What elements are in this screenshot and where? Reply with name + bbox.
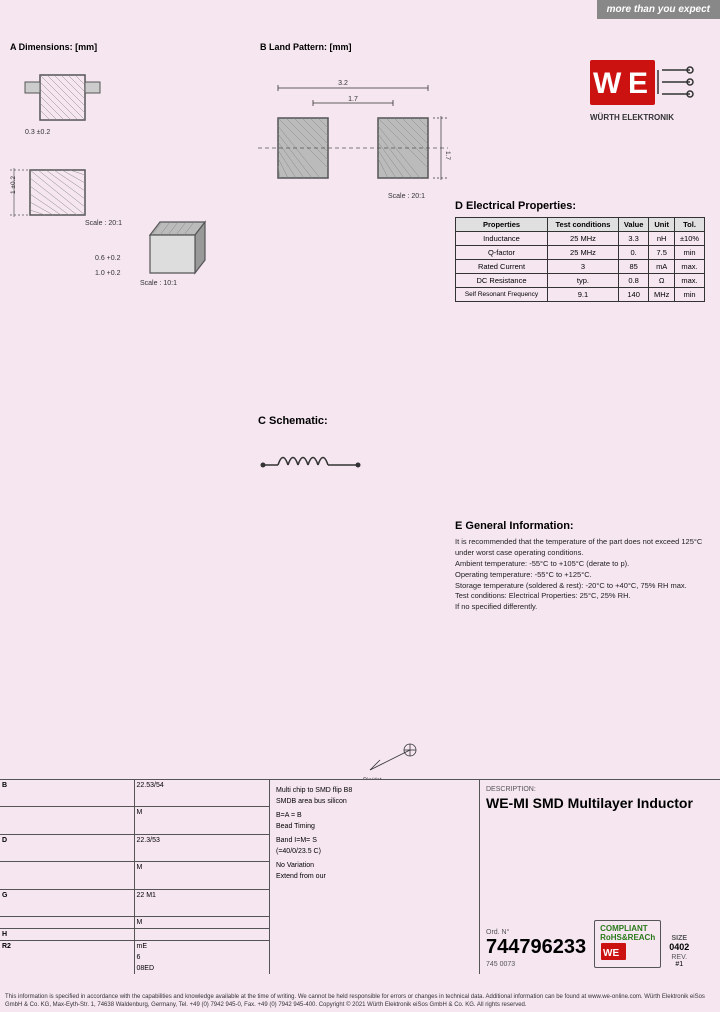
svg-text:1.0 +0.2: 1.0 +0.2 <box>95 270 121 277</box>
svg-text:Scale : 10:1: Scale : 10:1 <box>140 280 177 287</box>
svg-text:1.7: 1.7 <box>444 151 451 160</box>
section-c: C Schematic: <box>258 415 453 497</box>
col-value: Value <box>618 218 648 232</box>
description-label: DESCRIPTION: <box>486 786 714 793</box>
svg-text:Scale : 20:1: Scale : 20:1 <box>85 220 122 227</box>
svg-text:W: W <box>593 67 622 100</box>
table-row: Self Resonant Frequency 9.1 140 MHz min <box>456 288 705 302</box>
electrical-properties-table: Properties Test conditions Value Unit To… <box>455 217 705 302</box>
svg-text:WE: WE <box>603 948 619 959</box>
company-logo: W E WÜRTH ELEKTRONIK <box>575 55 705 136</box>
svg-text:0.3 ±0.2: 0.3 ±0.2 <box>25 129 50 136</box>
dimension-drawing-a: 0.3 ±0.2 1 ±0.2 Scale : 20:1 0.6 +0.2 1.… <box>10 60 250 320</box>
section-d: D Electrical Properties: Properties Test… <box>455 200 705 302</box>
section-e: E General Information: It is recommended… <box>455 520 705 613</box>
svg-text:3.2: 3.2 <box>338 80 348 87</box>
svg-text:0.6 +0.2: 0.6 +0.2 <box>95 255 121 262</box>
header-tagline: more than you expect <box>597 0 720 19</box>
part-number: 744796233 <box>486 936 586 959</box>
footer-text: This information is specified in accorda… <box>5 994 715 1010</box>
rohs-compliant-badge: COMPLIANT RoHS&REACh WE <box>594 920 661 968</box>
section-e-title: E General Information: <box>455 520 705 532</box>
col-unit: Unit <box>649 218 675 232</box>
land-pattern-drawing: 3.2 1.7 1.7 Scale : 20:1 <box>258 68 453 388</box>
table-row: Q-factor 25 MHz 0. 7.5 min <box>456 246 705 260</box>
table-row: DC Resistance typ. 0.8 Ω max. <box>456 274 705 288</box>
svg-text:Scale : 20:1: Scale : 20:1 <box>388 193 425 200</box>
svg-text:1.7: 1.7 <box>348 96 358 103</box>
col-tol: Tol. <box>675 218 705 232</box>
col-properties: Properties <box>456 218 548 232</box>
svg-text:1 ±0.2: 1 ±0.2 <box>10 176 17 194</box>
table-row: Inductance 25 MHz 3.3 nH ±10% <box>456 232 705 246</box>
bottom-section: B 22.53/54 M D 22.3/53 M G 22 M1 M H R2 … <box>0 779 720 974</box>
size-label: SIZE <box>669 935 689 942</box>
section-b-title: B Land Pattern: [mm] <box>260 42 352 52</box>
section-e-text: It is recommended that the temperature o… <box>455 537 705 613</box>
bottom-notes: Multi chip to SMD flip B8 SMDB area bus … <box>270 780 480 974</box>
pin-indicator: Pin/dot <box>360 730 460 780</box>
table-row: Rated Current 3 85 mA max. <box>456 260 705 274</box>
bottom-left-grid: B 22.53/54 M D 22.3/53 M G 22 M1 M H R2 … <box>0 780 270 974</box>
col-test-conditions: Test conditions <box>548 218 619 232</box>
product-name: WE-MI SMD Multilayer Inductor <box>486 795 714 811</box>
svg-text:WÜRTH ELEKTRONIK: WÜRTH ELEKTRONIK <box>590 113 674 122</box>
section-d-title: D Electrical Properties: <box>455 200 705 212</box>
svg-text:E: E <box>628 67 648 100</box>
revision-label: REV. <box>669 954 689 961</box>
we-small-logo: WE <box>600 942 640 962</box>
section-a-title: A Dimensions: [mm] <box>10 42 97 52</box>
bottom-product-info: DESCRIPTION: WE-MI SMD Multilayer Induct… <box>480 780 720 974</box>
schematic-symbol <box>258 435 438 495</box>
section-c-title: C Schematic: <box>258 415 453 427</box>
